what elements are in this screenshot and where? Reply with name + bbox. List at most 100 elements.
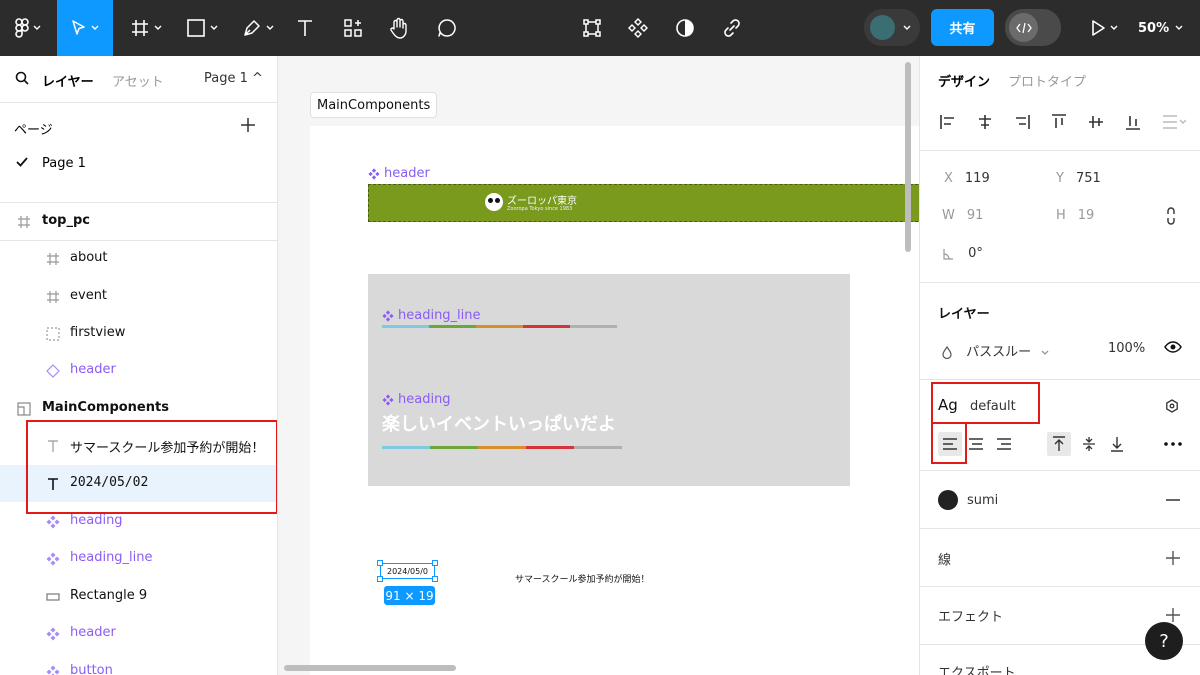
help-button[interactable]: ? [1145, 622, 1183, 660]
layer-about[interactable]: about [0, 240, 277, 277]
dev-mode-toggle[interactable] [1005, 9, 1061, 46]
header-component[interactable]: ズーロッパ東京 Zooropa Tokyo since 1983 [368, 184, 919, 222]
align-bottom-button[interactable] [1123, 112, 1143, 132]
align-left-icon [940, 115, 954, 129]
divider [920, 282, 1200, 283]
layer-top-pc[interactable]: top_pc [0, 203, 277, 240]
vertical-align-bottom-button[interactable] [1105, 432, 1129, 456]
layer-header-component[interactable]: header [0, 615, 277, 652]
horizontal-scrollbar[interactable] [284, 665, 456, 671]
align-right-button[interactable] [1012, 112, 1032, 132]
tab-layers[interactable]: レイヤー [42, 71, 94, 90]
hand-tool-button[interactable] [384, 0, 414, 56]
main-menu-button[interactable] [8, 0, 48, 56]
vertical-align-middle-button[interactable] [1077, 432, 1101, 456]
text-align-right-button[interactable] [992, 432, 1016, 456]
contrast-button[interactable] [671, 0, 699, 56]
tab-prototype[interactable]: プロトタイプ [1008, 71, 1086, 90]
divider [920, 379, 1200, 380]
opacity-field[interactable]: 100% [1108, 341, 1145, 356]
instance-button[interactable] [624, 0, 652, 56]
tab-design[interactable]: デザイン [938, 71, 990, 90]
more-options-button[interactable] [1161, 432, 1185, 456]
create-component-button[interactable] [578, 0, 606, 56]
text-align-center-button[interactable] [964, 432, 988, 456]
effects-section-title: エフェクト [938, 610, 1004, 625]
selected-date-text[interactable]: 2024/05/0 [377, 560, 438, 582]
vertical-scrollbar[interactable] [905, 62, 911, 252]
text-alignment-row [938, 432, 1188, 456]
frame-tool-button[interactable] [124, 0, 168, 56]
text-tool-button[interactable] [290, 0, 320, 56]
blend-mode-select[interactable]: パススルー [942, 341, 1049, 360]
layer-heading-line[interactable]: heading_line [0, 540, 277, 577]
layer-rectangle-9[interactable]: Rectangle 9 [0, 578, 277, 615]
component-icon [382, 393, 394, 406]
vertical-align-top-button[interactable] [1047, 432, 1071, 456]
chevron-down-icon [210, 25, 218, 30]
align-left-button[interactable] [938, 112, 958, 132]
hand-tool-icon [390, 17, 407, 39]
heading-component-label[interactable]: heading [382, 392, 451, 407]
present-button[interactable] [1086, 0, 1122, 56]
header-component-label[interactable]: header [368, 166, 430, 181]
frame-label[interactable]: MainComponents [310, 92, 438, 118]
chevron-down-icon [154, 25, 162, 30]
zoom-menu[interactable]: 50% [1138, 0, 1183, 56]
add-page-icon[interactable] [240, 117, 256, 133]
layer-firstview[interactable]: firstview [0, 315, 277, 352]
highlight-box [931, 382, 1040, 424]
rotation-field[interactable]: 0° [942, 246, 983, 261]
align-center-v-button[interactable] [1086, 112, 1106, 132]
resize-handle[interactable] [377, 576, 383, 582]
panda-logo [485, 193, 503, 211]
distribute-button[interactable] [1160, 112, 1188, 132]
heading-text[interactable]: 楽しいイベントいっぱいだよ [382, 410, 616, 436]
align-center-h-button[interactable] [975, 112, 995, 132]
layer-button-component[interactable]: button [0, 653, 277, 675]
width-field[interactable]: W 91 [942, 208, 983, 223]
rectangle-icon [45, 589, 61, 605]
tab-assets[interactable]: アセット [112, 71, 164, 90]
page-item-page-1[interactable]: Page 1 [0, 151, 277, 179]
align-top-button[interactable] [1049, 112, 1069, 132]
component-icon [45, 626, 61, 642]
fill-swatch[interactable] [938, 490, 958, 510]
pen-tool-button[interactable] [236, 0, 280, 56]
remove-fill-icon[interactable] [1166, 499, 1180, 501]
move-tool-button[interactable] [57, 0, 113, 56]
height-field[interactable]: H 19 [1056, 208, 1094, 223]
comment-tool-button[interactable] [432, 0, 462, 56]
shape-tool-button[interactable] [180, 0, 224, 56]
share-button[interactable]: 共有 [931, 9, 994, 46]
rectangle-9[interactable]: heading_line heading 楽しいイベントいっぱいだよ [368, 274, 850, 486]
left-panel-tabs: レイヤー アセット Page 1 ^ [0, 56, 277, 102]
component-icon [583, 19, 601, 37]
avatar-menu[interactable] [864, 9, 920, 46]
eye-icon[interactable] [1164, 340, 1182, 354]
layer-header-instance[interactable]: header [0, 352, 277, 389]
page-selector[interactable]: Page 1 ^ [204, 71, 263, 86]
heading-line-component-label[interactable]: heading_line [382, 308, 481, 323]
summer-school-text[interactable]: サマースクール参加予約が開始！ [515, 572, 650, 585]
divider [920, 470, 1200, 471]
layer-event[interactable]: event [0, 278, 277, 315]
main-components-frame[interactable]: header ズーロッパ東京 Zooropa Tokyo since 1983 … [310, 126, 919, 675]
resize-handle[interactable] [377, 560, 383, 566]
x-field[interactable]: X 119 [944, 171, 990, 186]
copy-link-button[interactable] [718, 0, 746, 56]
resize-handle[interactable] [432, 576, 438, 582]
canvas[interactable]: MainComponents header ズーロッパ東京 Zooropa To… [278, 56, 919, 675]
y-field[interactable]: Y 751 [1056, 171, 1101, 186]
resources-button[interactable] [338, 0, 368, 56]
search-icon[interactable] [15, 71, 29, 85]
add-effect-icon[interactable] [1166, 608, 1180, 622]
style-settings-icon[interactable] [1165, 399, 1179, 413]
align-center-h-icon [979, 115, 991, 129]
constrain-proportions-icon[interactable] [1166, 206, 1176, 226]
heading-line-component[interactable] [382, 325, 617, 328]
resize-handle[interactable] [432, 560, 438, 566]
add-stroke-icon[interactable] [1166, 551, 1180, 565]
fill-name[interactable]: sumi [967, 493, 998, 508]
divider [920, 150, 1200, 151]
